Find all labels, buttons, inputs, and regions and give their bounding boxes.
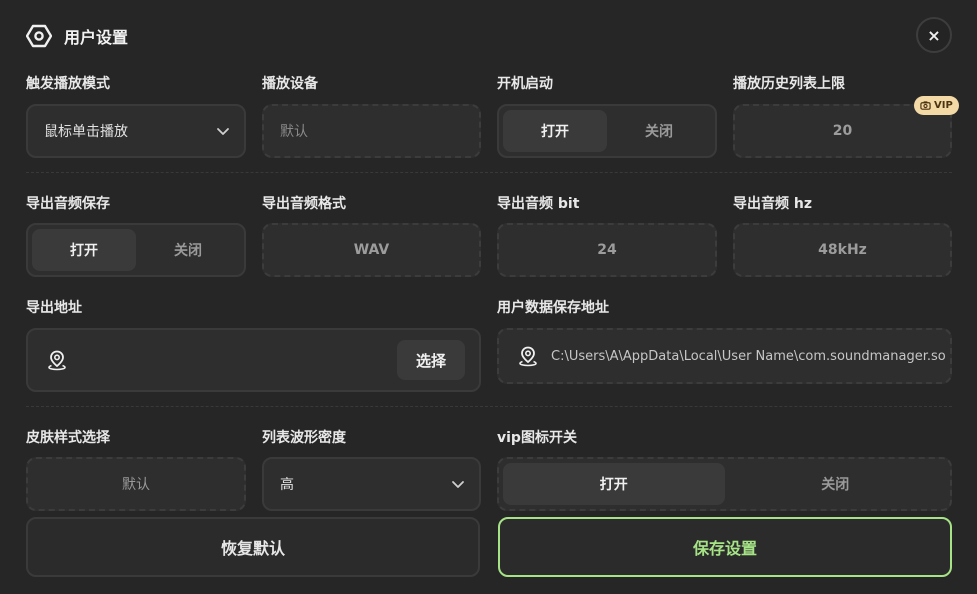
export-format-field[interactable]: WAV	[262, 223, 481, 277]
autostart-off-option[interactable]: 关闭	[607, 110, 711, 152]
export-save-toggle: 打开 关闭	[26, 223, 246, 277]
wave-density-select[interactable]: 高	[262, 457, 481, 511]
user-data-path-value: C:\Users\A\AppData\Local\User Name\com.s…	[551, 348, 946, 364]
vip-badge: VIP	[914, 96, 959, 115]
export-path-label: 导出地址	[26, 300, 82, 316]
chevron-down-icon	[452, 481, 464, 488]
save-settings-button[interactable]: 保存设置	[498, 517, 952, 577]
vip-icon-on-option[interactable]: 打开	[503, 463, 725, 505]
reset-defaults-button[interactable]: 恢复默认	[26, 517, 480, 577]
autostart-on-option[interactable]: 打开	[503, 110, 607, 152]
close-icon: ×	[927, 25, 941, 45]
export-format-label: 导出音频格式	[262, 196, 346, 212]
choose-path-button[interactable]: 选择	[397, 340, 465, 380]
close-button[interactable]: ×	[916, 17, 952, 53]
history-limit-value: 20	[832, 123, 853, 139]
export-format-value: WAV	[353, 242, 390, 258]
export-save-on-option[interactable]: 打开	[32, 229, 136, 271]
export-bit-field[interactable]: 24	[497, 223, 717, 277]
vip-badge-text: VIP	[934, 100, 953, 111]
chevron-down-icon	[217, 128, 229, 135]
settings-panel: 用户设置 × 触发播放模式 播放设备 开机启动 播放历史列表上限 鼠标单击播放 …	[0, 0, 977, 594]
page-title: 用户设置	[64, 28, 129, 47]
playback-device-placeholder: 默认	[280, 124, 308, 140]
trigger-mode-value: 鼠标单击播放	[44, 124, 128, 140]
trigger-mode-label: 触发播放模式	[26, 76, 110, 92]
hexagon-logo-icon	[26, 24, 52, 48]
playback-device-input[interactable]: 默认	[262, 104, 481, 158]
camera-icon	[920, 101, 931, 110]
user-data-path-label: 用户数据保存地址	[497, 300, 609, 316]
trigger-mode-select[interactable]: 鼠标单击播放	[26, 104, 246, 158]
autostart-label: 开机启动	[497, 76, 553, 92]
skin-value: 默认	[122, 477, 150, 493]
export-hz-field[interactable]: 48kHz	[733, 223, 952, 277]
export-bit-value: 24	[597, 242, 617, 258]
wave-density-label: 列表波形密度	[262, 430, 346, 446]
export-save-off-option[interactable]: 关闭	[136, 229, 240, 271]
export-save-label: 导出音频保存	[26, 196, 110, 212]
skin-select[interactable]: 默认	[26, 457, 246, 511]
location-pin-icon	[519, 346, 537, 367]
section-divider	[26, 406, 952, 407]
user-data-path-field[interactable]: C:\Users\A\AppData\Local\User Name\com.s…	[497, 328, 952, 384]
export-hz-label: 导出音频 hz	[733, 196, 812, 212]
export-bit-label: 导出音频 bit	[497, 196, 580, 212]
vip-icon-toggle: 打开 关闭	[497, 457, 952, 511]
panel-header: 用户设置	[26, 22, 128, 50]
export-hz-value: 48kHz	[818, 242, 867, 258]
wave-density-value: 高	[280, 477, 294, 493]
playback-device-label: 播放设备	[262, 76, 318, 92]
history-limit-label: 播放历史列表上限	[733, 76, 845, 92]
autostart-toggle: 打开 关闭	[497, 104, 717, 158]
section-divider	[26, 172, 952, 173]
vip-icon-off-option[interactable]: 关闭	[725, 463, 947, 505]
vip-icon-label: vip图标开关	[497, 430, 577, 446]
export-path-field[interactable]: 选择	[26, 328, 481, 392]
location-pin-icon	[48, 350, 66, 371]
skin-label: 皮肤样式选择	[26, 430, 110, 446]
